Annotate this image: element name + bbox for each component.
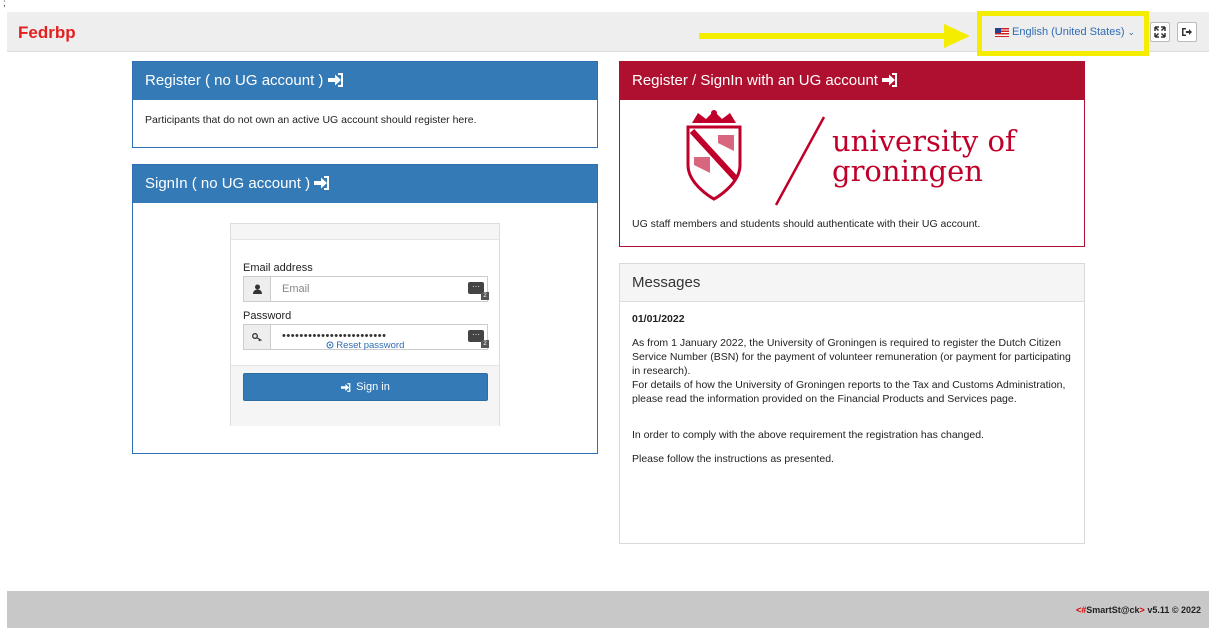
email-label: Email address (243, 262, 313, 274)
register-panel-header[interactable]: Register ( no UG account ) (133, 62, 597, 100)
ug-wordmark-line1: university of (832, 124, 1016, 158)
annotation-arrow-head (944, 24, 970, 48)
message-paragraph: In order to comply with the above requir… (632, 429, 984, 441)
messages-panel: Messages 01/01/2022 As from 1 January 20… (619, 263, 1085, 544)
reset-icon (326, 341, 334, 349)
sign-in-icon (882, 73, 898, 87)
ug-title: Register / SignIn with an UG account (632, 72, 878, 89)
messages-body: 01/01/2022 As from 1 January 2022, the U… (620, 302, 1084, 486)
signin-panel: SignIn ( no UG account ) Email address E… (132, 164, 598, 454)
reset-password-link[interactable]: Reset password (231, 340, 499, 351)
password-label: Password (243, 310, 292, 322)
sign-out-icon (1182, 28, 1192, 36)
message-date: 01/01/2022 (632, 313, 685, 325)
register-title: Register ( no UG account ) (145, 72, 324, 89)
expand-icon (1154, 26, 1166, 38)
message-paragraph: As from 1 January 2022, the University o… (632, 337, 1071, 377)
signin-title: SignIn ( no UG account ) (145, 175, 311, 192)
sign-in-icon (341, 382, 351, 392)
ug-crest-icon (686, 110, 826, 206)
user-icon (244, 277, 271, 301)
email-placeholder: Email (282, 283, 310, 295)
version-bracket-open: <# (1075, 605, 1087, 615)
brand-logo[interactable]: Fedrbp (18, 23, 76, 43)
fullscreen-button[interactable] (1150, 22, 1170, 42)
messages-header: Messages (620, 264, 1084, 302)
register-panel: Register ( no UG account ) Participants … (132, 61, 598, 148)
stray-character: ; (3, 0, 6, 9)
login-form-header (231, 224, 499, 240)
sign-in-label: Sign in (356, 381, 390, 393)
keyboard-badge: 2 (481, 292, 489, 300)
annotation-arrow-shaft (699, 33, 947, 39)
reset-password-label: Reset password (336, 340, 405, 351)
ug-wordmark: university of groningen (832, 126, 1016, 186)
ug-panel-header[interactable]: Register / SignIn with an UG account (620, 62, 1084, 100)
message-paragraph: Please follow the instructions as presen… (632, 453, 834, 465)
signin-panel-header[interactable]: SignIn ( no UG account ) (133, 165, 597, 203)
footer: <#SmartSt@ck> v5.11 © 2022 (7, 591, 1209, 628)
sign-in-icon (327, 73, 343, 87)
ug-panel: Register / SignIn with an UG account uni… (619, 61, 1085, 247)
version-text: v5.11 © 2022 (1144, 605, 1201, 615)
email-field[interactable]: Email ··· 2 (243, 276, 489, 302)
register-text: Participants that do not own an active U… (145, 114, 477, 126)
sign-in-icon (314, 176, 330, 190)
message-paragraph: For details of how the University of Gro… (632, 379, 1066, 405)
annotation-highlight-box (977, 11, 1149, 56)
ug-text: UG staff members and students should aut… (632, 218, 981, 230)
sign-in-button[interactable]: Sign in (243, 373, 488, 401)
logout-button[interactable] (1177, 22, 1197, 42)
ug-wordmark-line2: groningen (832, 154, 983, 188)
version-info: <#SmartSt@ck> v5.11 © 2022 (1076, 605, 1201, 615)
version-brand: SmartSt@ck (1086, 605, 1140, 615)
login-form: Email address Email ··· 2 Password •••••… (230, 223, 500, 426)
